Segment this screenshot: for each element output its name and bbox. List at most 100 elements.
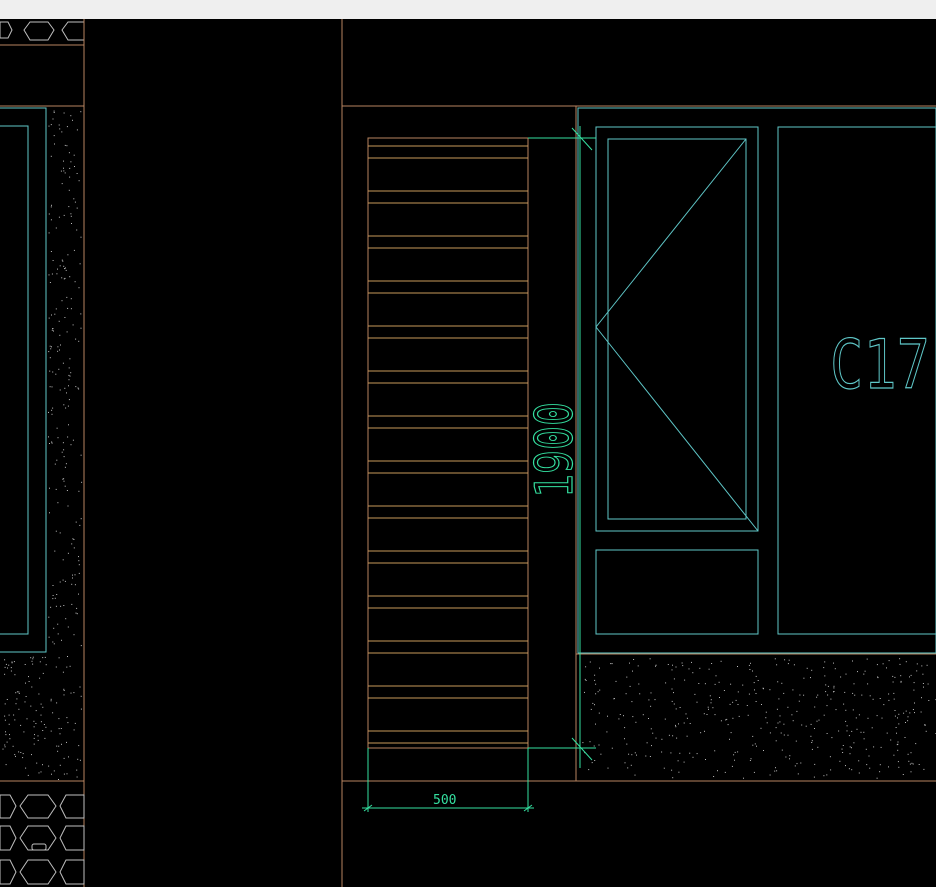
speckle-dot	[70, 308, 72, 310]
speckle-dot	[750, 758, 752, 760]
speckle-dot	[869, 767, 871, 769]
speckle-dot	[48, 411, 49, 413]
speckle-dot	[791, 714, 793, 716]
speckle-dot	[733, 754, 735, 756]
speckle-dot	[865, 748, 867, 750]
speckle-dot	[888, 660, 890, 662]
speckle-dot	[699, 667, 701, 669]
speckle-dot	[610, 663, 612, 665]
speckle-dot	[921, 665, 923, 667]
speckle-dot	[57, 346, 59, 348]
speckle-dot	[593, 745, 595, 747]
speckle-dot	[57, 350, 59, 352]
speckle-dot	[74, 722, 76, 724]
cad-drawing-canvas[interactable]: C17 1900 500	[0, 19, 936, 887]
speckle-dot	[912, 763, 914, 765]
speckle-dot	[54, 313, 56, 315]
speckle-dot	[803, 677, 805, 679]
speckle-dot	[42, 657, 44, 659]
speckle-dot	[48, 125, 50, 127]
speckle-dot	[63, 478, 65, 480]
speckle-dot	[713, 776, 715, 777]
speckle-dot	[793, 664, 795, 666]
speckle-dot	[681, 662, 683, 664]
speckle-dot	[734, 751, 736, 753]
speckle-dot	[823, 775, 825, 777]
speckle-dot	[682, 665, 684, 667]
speckle-dot	[73, 249, 75, 251]
speckle-dot	[706, 714, 708, 715]
speckle-dot	[56, 594, 58, 595]
speckle-dot	[52, 407, 54, 409]
speckle-dot	[67, 307, 69, 309]
speckle-dot	[864, 670, 866, 672]
speckle-dot	[76, 769, 78, 771]
speckle-dot	[783, 692, 785, 694]
speckle-dot	[78, 490, 80, 492]
speckle-dot	[851, 769, 853, 771]
speckle-dot	[24, 664, 26, 665]
speckle-dot	[801, 724, 803, 726]
speckle-dot	[825, 691, 827, 693]
speckle-dot	[54, 550, 56, 552]
speckle-dot	[594, 674, 596, 676]
speckle-dot	[63, 449, 65, 451]
speckle-dot	[18, 691, 20, 693]
speckle-dot	[67, 505, 69, 507]
speckle-dot	[4, 666, 6, 668]
speckle-dot	[69, 167, 71, 169]
speckle-dot	[50, 251, 52, 252]
speckle-dot	[858, 760, 860, 762]
speckle-dot	[67, 436, 69, 438]
speckle-dot	[787, 706, 789, 708]
speckle-dot	[58, 657, 60, 659]
speckle-dot	[623, 715, 624, 717]
speckle-dot	[805, 725, 807, 727]
speckle-dot	[77, 758, 79, 760]
speckle-dot	[724, 771, 726, 773]
speckle-dot	[909, 712, 911, 714]
speckle-dot	[68, 379, 70, 381]
speckle-dot	[851, 747, 852, 749]
speckle-dot	[42, 706, 44, 708]
speckle-dot	[894, 715, 896, 717]
speckle-dot	[811, 748, 813, 750]
speckle-dot	[80, 327, 82, 329]
speckle-dot	[61, 277, 63, 279]
speckle-dot	[692, 672, 694, 674]
speckle-dot	[769, 774, 771, 776]
speckle-dot	[817, 694, 819, 696]
opening-line-lower	[595, 326, 759, 532]
speckle-dot	[752, 744, 754, 746]
speckle-dot	[910, 752, 912, 754]
speckle-dot	[900, 680, 902, 682]
speckle-dot	[59, 733, 61, 735]
window-tag-label: C17	[830, 326, 930, 405]
speckle-dot	[678, 771, 680, 773]
speckle-dot	[827, 685, 829, 687]
speckle-dot	[675, 726, 677, 728]
speckle-dot	[841, 748, 843, 750]
speckle-dot	[66, 392, 67, 394]
speckle-dot	[852, 660, 853, 662]
speckle-dot	[66, 666, 68, 668]
speckle-dot	[45, 726, 47, 728]
speckle-dot	[78, 556, 79, 558]
speckle-dot	[26, 718, 28, 720]
speckle-dot	[755, 701, 757, 702]
speckle-dot	[629, 685, 631, 687]
speckle-dot	[73, 692, 75, 694]
speckle-dot	[597, 691, 599, 693]
speckle-dot	[57, 633, 59, 635]
speckle-dot	[789, 755, 791, 757]
speckle-dot	[77, 387, 79, 389]
speckle-dot	[708, 668, 710, 670]
speckle-dot	[783, 723, 785, 725]
speckle-dot	[779, 721, 781, 723]
speckle-dot	[688, 668, 690, 670]
hex-hatch-top	[0, 21, 85, 41]
speckle-dot	[803, 694, 805, 696]
speckle-dot	[914, 702, 915, 704]
speckle-dot	[78, 564, 80, 566]
speckle-dot	[81, 481, 83, 483]
